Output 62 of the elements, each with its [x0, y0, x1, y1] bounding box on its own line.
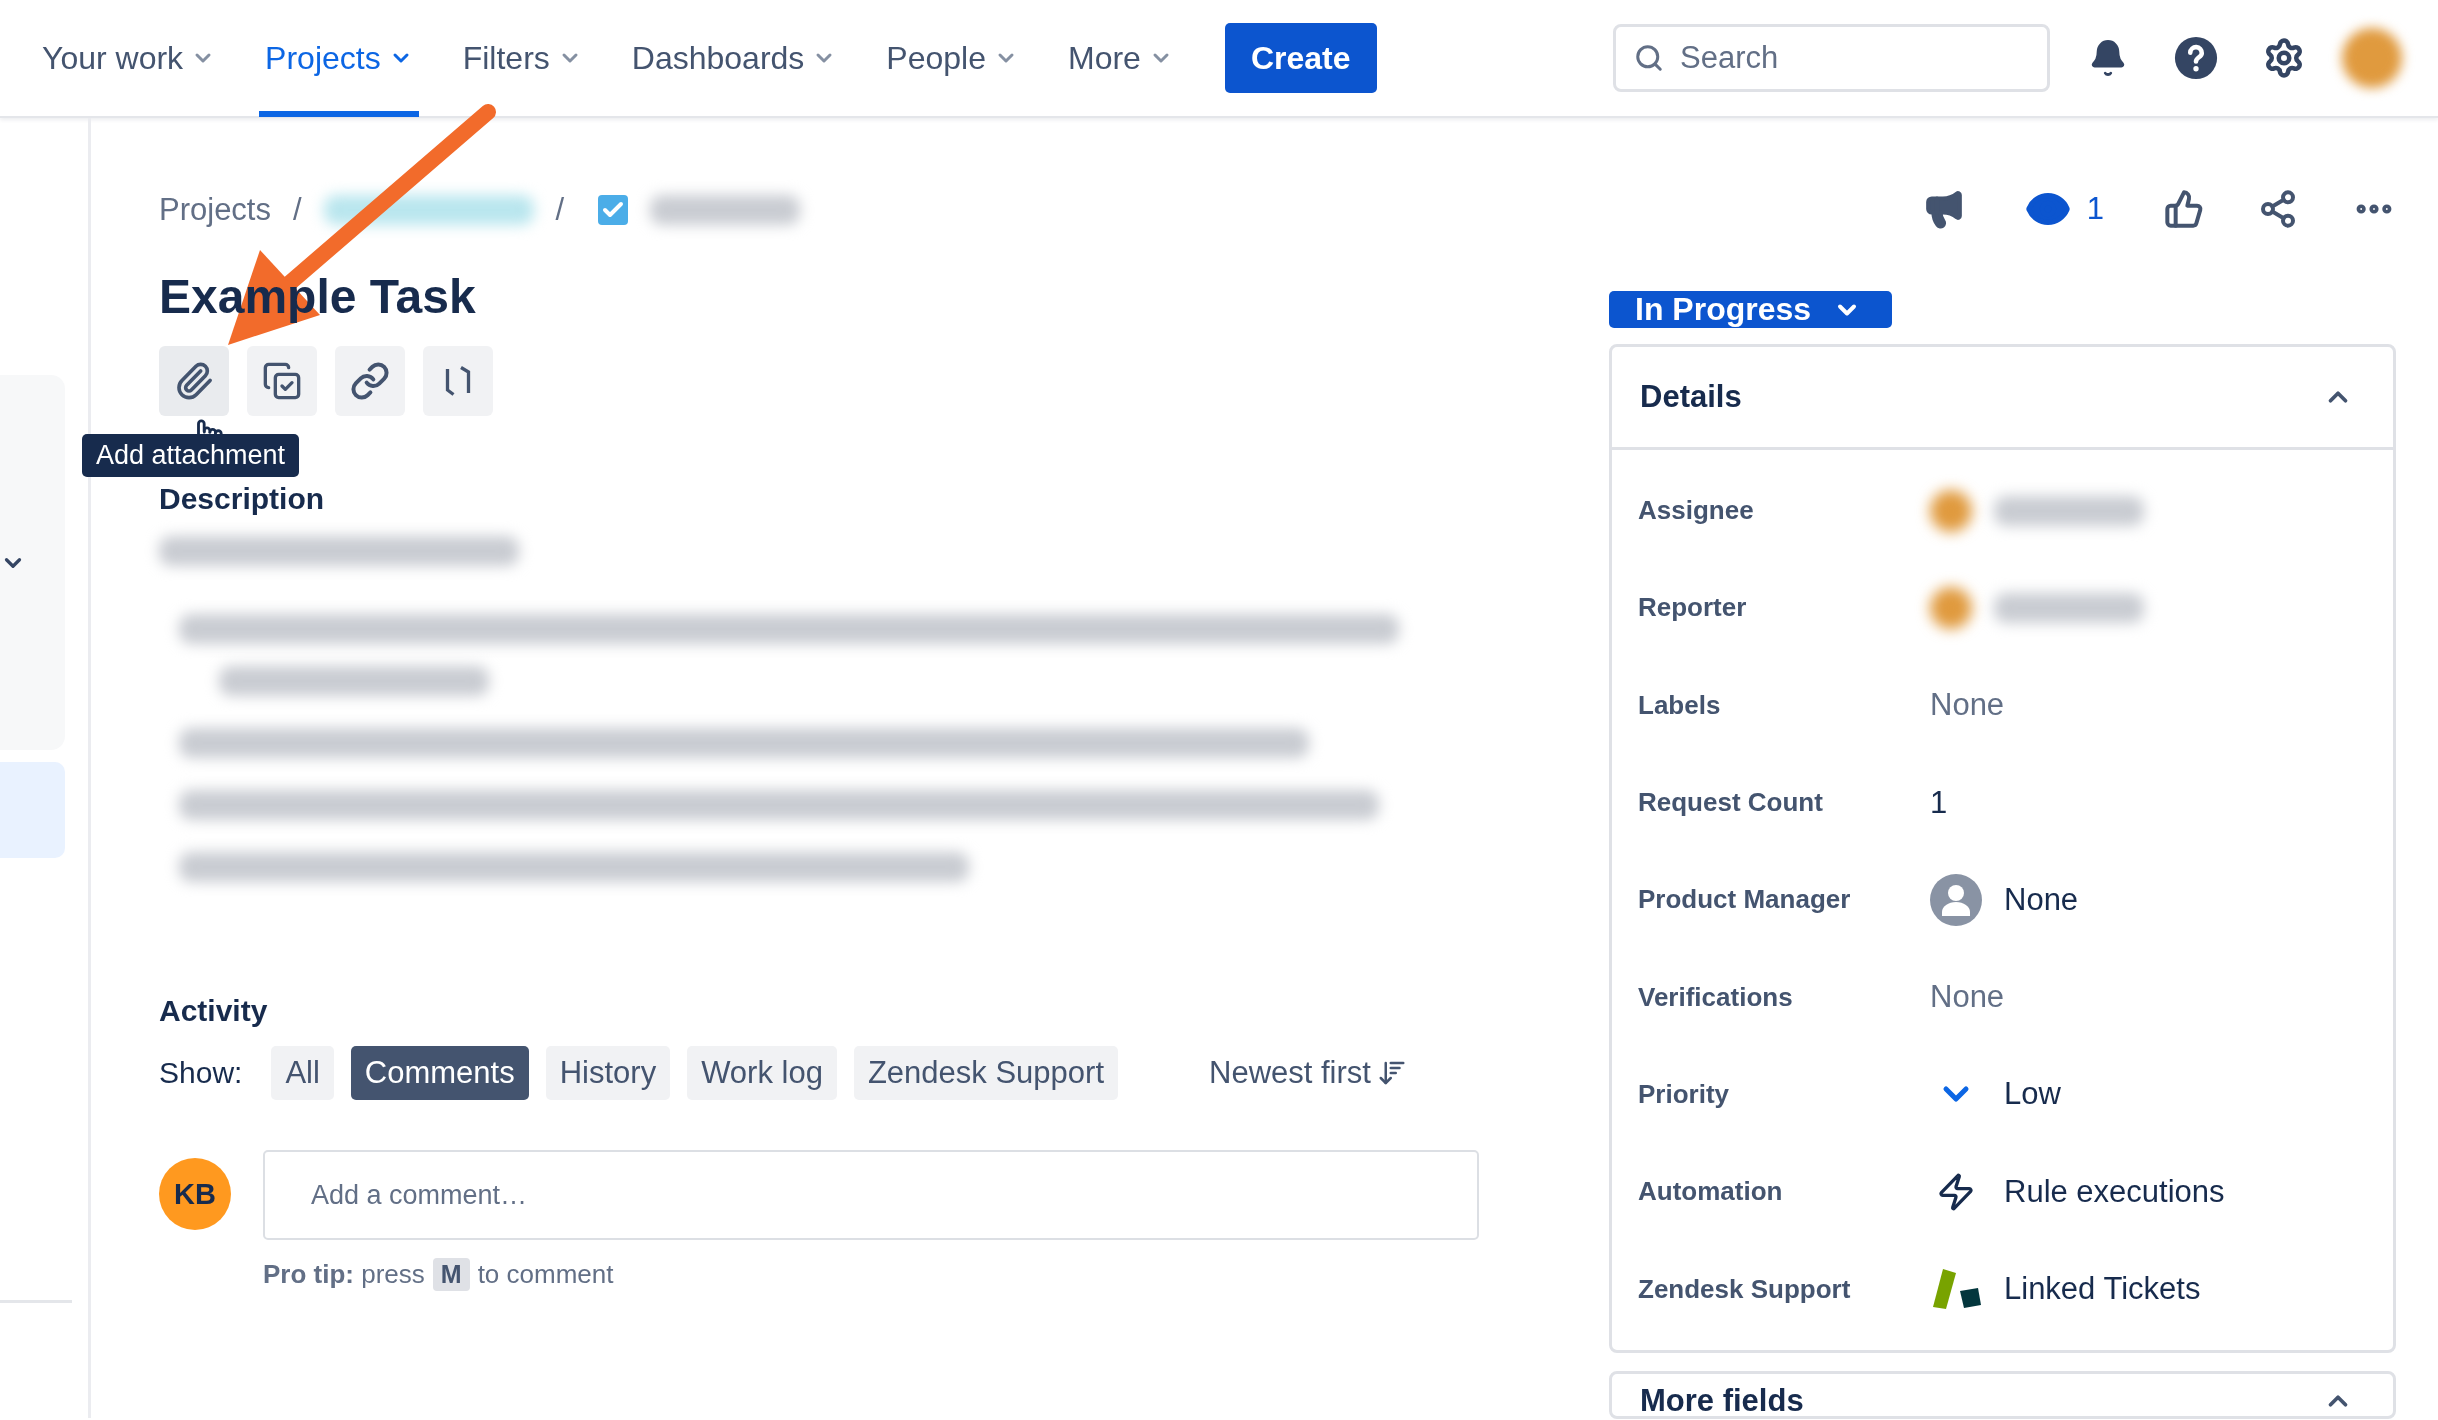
nav-menu-item[interactable]: More: [1062, 0, 1179, 117]
nav-menu-item[interactable]: People: [880, 0, 1024, 117]
field-label: Automation: [1638, 1176, 1784, 1208]
child-issue-button[interactable]: [247, 346, 317, 416]
checked-pages-icon: [262, 361, 302, 401]
nav-menu-item[interactable]: Projects: [259, 0, 419, 117]
nav-menu-item[interactable]: Your work: [36, 0, 222, 117]
field-value[interactable]: None: [2004, 881, 2079, 918]
zendesk-logo-icon: [1930, 1267, 1982, 1311]
bracket-button[interactable]: [423, 346, 493, 416]
redacted-avatar: [1930, 489, 1972, 532]
task-checkbox-icon: [598, 195, 629, 225]
field-label: Priority: [1638, 1078, 1731, 1110]
field-label: Product Manager: [1638, 884, 1852, 916]
field-label: Request Count: [1638, 787, 1824, 819]
field-label: Reporter: [1638, 592, 1748, 624]
nav-menu-item[interactable]: Dashboards: [625, 0, 843, 117]
field-label: Assignee: [1638, 495, 1755, 527]
nav-menu-item[interactable]: Filters: [456, 0, 588, 117]
activity-filter[interactable]: Comments: [350, 1046, 529, 1100]
pro-tip-text: to comment: [477, 1259, 614, 1290]
show-label: Show:: [159, 1056, 243, 1090]
field-value[interactable]: Low: [2004, 1076, 2061, 1113]
sort-button[interactable]: Newest first: [1203, 1054, 1413, 1092]
field-label: Zendesk Support: [1638, 1273, 1852, 1305]
user-avatar: KB: [159, 1158, 231, 1230]
search-icon: [1634, 43, 1664, 73]
activity-filter[interactable]: Zendesk Support: [853, 1046, 1118, 1100]
watch-button[interactable]: 1: [2018, 185, 2110, 233]
share-icon[interactable]: [2258, 189, 2298, 229]
activity-heading: Activity: [159, 994, 269, 1028]
pro-tip-text: Pro tip: press: [263, 1259, 425, 1290]
activity-filter[interactable]: All: [271, 1046, 334, 1100]
more-fields-heading[interactable]: More fields: [1640, 1384, 1804, 1416]
field-value[interactable]: Linked Tickets: [2004, 1271, 2201, 1307]
keyboard-key: M: [432, 1258, 470, 1291]
details-heading[interactable]: Details: [1640, 379, 1742, 415]
user-avatar-icon: [1930, 873, 1982, 926]
field-value[interactable]: Rule executions: [2004, 1173, 2225, 1210]
link-button[interactable]: [335, 346, 405, 416]
lightning-icon: [1936, 1171, 1976, 1212]
description-heading: Description: [159, 482, 326, 516]
activity-filter[interactable]: History: [545, 1046, 671, 1100]
redacted-avatar: [1930, 586, 1972, 629]
field-value: None: [1930, 979, 2005, 1016]
breadcrumb-separator: /: [293, 192, 302, 228]
comment-field[interactable]: Add a comment…: [263, 1150, 1479, 1240]
thumbs-up-icon[interactable]: [2164, 189, 2204, 229]
create-button[interactable]: Create: [1224, 23, 1377, 93]
breadcrumb-separator: /: [555, 192, 565, 228]
paperclip-icon: [174, 361, 214, 401]
link-icon: [350, 361, 390, 401]
activity-filter[interactable]: Work log: [687, 1046, 837, 1100]
field-value: None: [1930, 687, 2005, 724]
status-button[interactable]: In Progress: [1609, 291, 1892, 328]
field-label: Verifications: [1638, 981, 1794, 1013]
search-field[interactable]: Search: [1613, 24, 2050, 92]
breadcrumb-link[interactable]: Projects: [159, 192, 271, 228]
field-label: Labels: [1638, 689, 1722, 721]
attachment-button[interactable]: [159, 346, 229, 416]
tooltip: Add attachment: [82, 434, 300, 477]
field-value: 1: [1930, 784, 1948, 821]
